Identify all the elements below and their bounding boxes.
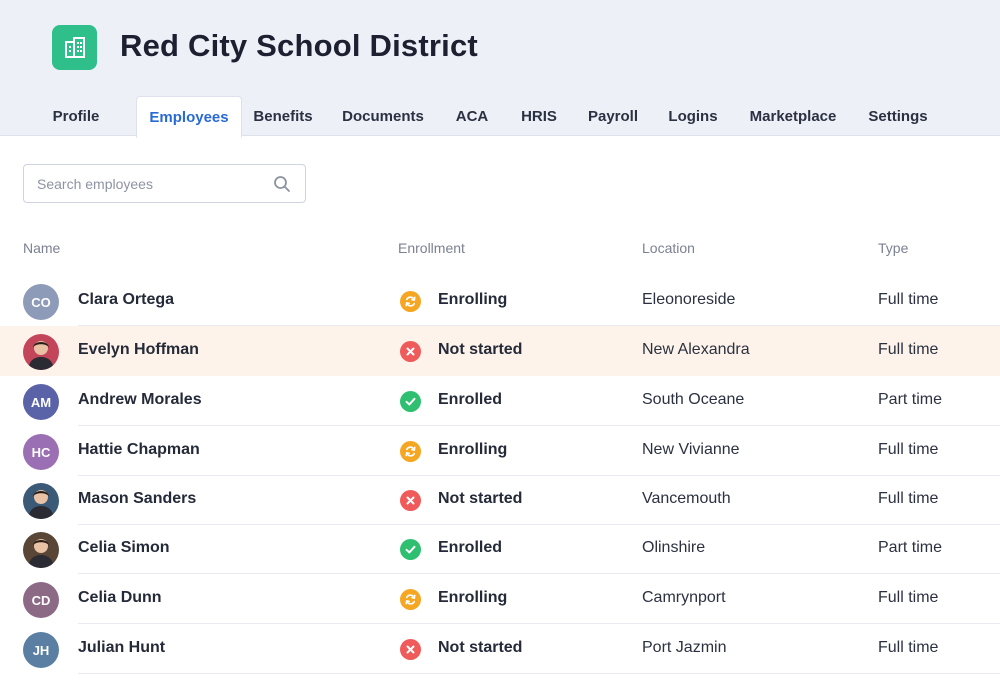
tab-employees[interactable]: Employees [136, 96, 242, 138]
table-row[interactable]: HC Hattie Chapman Enrolling New Vivianne Ful… [0, 426, 1000, 476]
enrollment-status: Not started [438, 341, 523, 358]
tab-settings[interactable]: Settings [862, 96, 934, 137]
avatar-initials: CO [31, 294, 51, 310]
x-icon [400, 341, 421, 362]
enrollment-status: Enrolled [438, 391, 503, 408]
avatar-initials: JH [32, 642, 50, 658]
avatar: CO [23, 284, 59, 320]
tab-logins[interactable]: Logins [662, 96, 724, 137]
tab-payroll[interactable]: Payroll [581, 96, 645, 137]
employee-location: South Oceane [642, 391, 745, 408]
avatar: HC [23, 434, 59, 470]
enrollment-status: Not started [438, 490, 523, 507]
refresh-icon [400, 589, 421, 610]
employee-location: Port Jazmin [642, 639, 727, 656]
x-icon [400, 639, 421, 660]
column-header-location[interactable]: Location [642, 240, 695, 256]
avatar: AM [23, 384, 59, 420]
enrollment-status: Enrolling [438, 441, 508, 458]
employee-name[interactable]: Hattie Chapman [78, 441, 200, 459]
column-header-enrollment[interactable]: Enrollment [398, 240, 465, 256]
employment-type: Full time [878, 341, 939, 358]
avatar-initials: AM [30, 394, 52, 410]
search-icon[interactable] [273, 175, 291, 193]
enrollment-status: Enrolling [438, 589, 508, 606]
employee-location: Olinshire [642, 539, 706, 556]
avatar-photo [23, 532, 59, 568]
table-row[interactable]: JH Julian Hunt Not started Port Jazmin Full … [0, 624, 1000, 674]
employee-name[interactable]: Julian Hunt [78, 639, 165, 657]
tab-benefits[interactable]: Benefits [246, 96, 320, 137]
employment-type: Part time [878, 539, 943, 556]
employee-name[interactable]: Celia Simon [78, 539, 170, 557]
employment-type: Full time [878, 490, 939, 507]
person-icon [28, 341, 54, 370]
employment-type: Part time [878, 391, 943, 408]
enrollment-status: Enrolled [438, 539, 503, 556]
employee-location: Camrynport [642, 589, 726, 606]
tab-profile[interactable]: Profile [40, 96, 112, 137]
avatar-photo [23, 334, 59, 370]
table-row[interactable]: Mason Sanders Not started Vancemouth Full t… [0, 475, 1000, 525]
column-header-type[interactable]: Type [878, 240, 908, 256]
person-icon [28, 539, 54, 568]
employment-type: Full time [878, 441, 939, 458]
employment-type: Full time [878, 639, 939, 656]
table-row[interactable]: CD Celia Dunn Enrolling Camrynport Full time [0, 574, 1000, 624]
employee-location: New Vivianne [642, 441, 740, 458]
x-icon [400, 490, 421, 511]
employee-location: Eleonoreside [642, 291, 736, 308]
employee-name[interactable]: Celia Dunn [78, 589, 162, 607]
tab-marketplace[interactable]: Marketplace [741, 96, 845, 137]
table-row[interactable]: Celia Simon Enrolled Olinshire Part time [0, 524, 1000, 574]
tab-bar: Profile Employees Benefits Documents ACA… [0, 96, 1000, 138]
employee-name[interactable]: Andrew Morales [78, 391, 202, 409]
app-header: Red City School District Profile Employe… [0, 0, 1000, 138]
employee-name[interactable]: Mason Sanders [78, 490, 196, 508]
table-row[interactable]: CO Clara Ortega Enrolling Eleonoreside Full … [0, 276, 1000, 326]
tab-hris[interactable]: HRIS [514, 96, 564, 137]
avatar: JH [23, 632, 59, 668]
employee-name[interactable]: Evelyn Hoffman [78, 341, 199, 359]
employee-location: New Alexandra [642, 341, 750, 358]
avatar-initials: CD [31, 592, 51, 608]
search-input[interactable] [37, 174, 267, 194]
page-title: Red City School District [120, 28, 478, 63]
employee-location: Vancemouth [642, 490, 731, 507]
person-icon [28, 490, 54, 519]
enrollment-status: Not started [438, 639, 523, 656]
tab-aca[interactable]: ACA [447, 96, 497, 137]
avatar: CD [23, 582, 59, 618]
employment-type: Full time [878, 291, 939, 308]
row-divider [78, 673, 1000, 674]
avatar-photo [23, 483, 59, 519]
check-icon [400, 391, 421, 412]
employment-type: Full time [878, 589, 939, 606]
check-icon [400, 539, 421, 560]
tab-documents[interactable]: Documents [336, 96, 430, 137]
building-icon [52, 25, 97, 70]
avatar-initials: HC [31, 444, 51, 460]
table-row[interactable]: Evelyn Hoffman Not started New Alexandra Fu… [0, 326, 1000, 376]
search-box [23, 164, 306, 203]
enrollment-status: Enrolling [438, 291, 508, 308]
refresh-icon [400, 441, 421, 462]
refresh-icon [400, 291, 421, 312]
column-header-name[interactable]: Name [23, 240, 60, 256]
table-row[interactable]: AM Andrew Morales Enrolled South Oceane Part… [0, 376, 1000, 426]
employee-name[interactable]: Clara Ortega [78, 291, 174, 309]
